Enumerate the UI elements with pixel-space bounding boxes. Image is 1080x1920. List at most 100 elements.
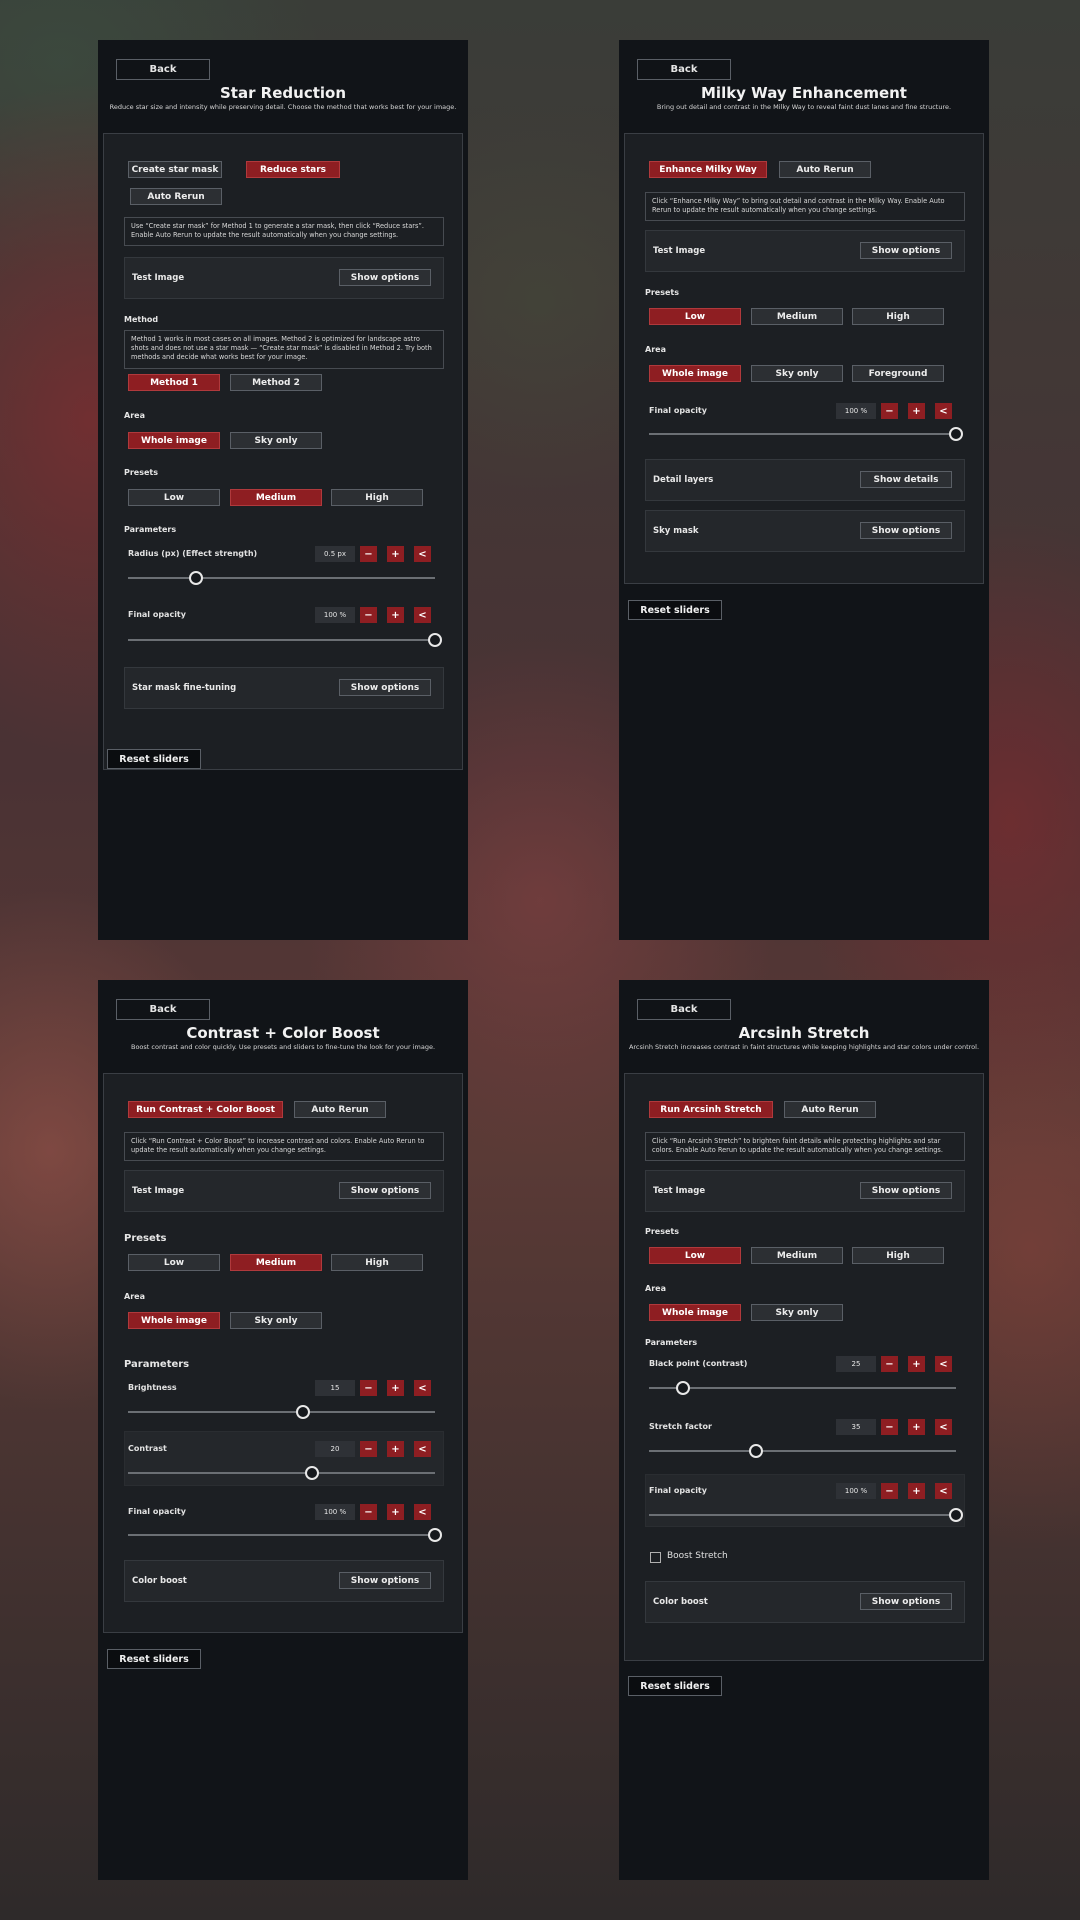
- stretch-factor-value[interactable]: 35: [836, 1419, 876, 1435]
- reset-sliders-button[interactable]: Reset sliders: [107, 749, 201, 769]
- plus-button[interactable]: +: [387, 607, 404, 623]
- minus-button[interactable]: −: [881, 1419, 898, 1435]
- show-options-button[interactable]: Show options: [860, 242, 952, 259]
- minus-button[interactable]: −: [881, 1356, 898, 1372]
- sky-only-button[interactable]: Sky only: [230, 1312, 322, 1329]
- preset-high-button[interactable]: High: [852, 1247, 944, 1264]
- create-star-mask-button[interactable]: Create star mask: [128, 161, 222, 178]
- reduce-stars-button[interactable]: Reduce stars: [246, 161, 340, 178]
- opacity-slider-track[interactable]: [649, 433, 956, 435]
- stretch-factor-slider-knob[interactable]: [749, 1444, 764, 1458]
- show-options-button[interactable]: Show options: [339, 679, 431, 696]
- plus-button[interactable]: +: [908, 1419, 925, 1435]
- black-point-slider-track[interactable]: [649, 1387, 956, 1389]
- preset-medium-button[interactable]: Medium: [751, 1247, 843, 1264]
- minus-button[interactable]: −: [360, 1504, 377, 1520]
- back-button[interactable]: Back: [637, 59, 731, 80]
- enhance-milky-way-button[interactable]: Enhance Milky Way: [649, 161, 767, 178]
- sky-only-button[interactable]: Sky only: [230, 432, 322, 449]
- method-2-button[interactable]: Method 2: [230, 374, 322, 391]
- minus-button[interactable]: −: [360, 1441, 377, 1457]
- reset-value-button[interactable]: <: [935, 1356, 952, 1372]
- opacity-slider-track[interactable]: [128, 639, 435, 641]
- plus-button[interactable]: +: [387, 1441, 404, 1457]
- reset-value-button[interactable]: <: [414, 546, 431, 562]
- boost-stretch-checkbox[interactable]: [650, 1552, 661, 1563]
- preset-medium-button[interactable]: Medium: [230, 1254, 322, 1271]
- preset-high-button[interactable]: High: [331, 489, 423, 506]
- preset-medium-button[interactable]: Medium: [230, 489, 322, 506]
- back-button[interactable]: Back: [637, 999, 731, 1020]
- reset-sliders-button[interactable]: Reset sliders: [628, 1676, 722, 1696]
- auto-rerun-button[interactable]: Auto Rerun: [784, 1101, 876, 1118]
- brightness-slider-knob[interactable]: [295, 1405, 310, 1419]
- preset-low-button[interactable]: Low: [128, 489, 220, 506]
- reset-value-button[interactable]: <: [414, 1504, 431, 1520]
- show-options-button[interactable]: Show options: [860, 1182, 952, 1199]
- reset-value-button[interactable]: <: [414, 1380, 431, 1396]
- opacity-value[interactable]: 100 %: [836, 1483, 876, 1499]
- preset-low-button[interactable]: Low: [649, 1247, 741, 1264]
- run-arcsinh-stretch-button[interactable]: Run Arcsinh Stretch: [649, 1101, 773, 1118]
- show-options-button[interactable]: Show options: [860, 1593, 952, 1610]
- minus-button[interactable]: −: [360, 546, 377, 562]
- show-options-button[interactable]: Show options: [860, 522, 952, 539]
- minus-button[interactable]: −: [360, 607, 377, 623]
- run-contrast-color-boost-button[interactable]: Run Contrast + Color Boost: [128, 1101, 283, 1118]
- auto-rerun-button[interactable]: Auto Rerun: [294, 1101, 386, 1118]
- plus-button[interactable]: +: [908, 1356, 925, 1372]
- reset-value-button[interactable]: <: [935, 1419, 952, 1435]
- back-button[interactable]: Back: [116, 999, 210, 1020]
- method-1-button[interactable]: Method 1: [128, 374, 220, 391]
- reset-value-button[interactable]: <: [414, 607, 431, 623]
- reset-sliders-button[interactable]: Reset sliders: [628, 600, 722, 620]
- show-options-button[interactable]: Show options: [339, 1572, 431, 1589]
- whole-image-button[interactable]: Whole image: [128, 1312, 220, 1329]
- sky-only-button[interactable]: Sky only: [751, 365, 843, 382]
- reset-value-button[interactable]: <: [414, 1441, 431, 1457]
- opacity-slider-track[interactable]: [128, 1534, 435, 1536]
- preset-high-button[interactable]: High: [852, 308, 944, 325]
- reset-value-button[interactable]: <: [935, 1483, 952, 1499]
- back-button[interactable]: Back: [116, 59, 210, 80]
- opacity-slider-knob[interactable]: [949, 427, 963, 441]
- plus-button[interactable]: +: [387, 1504, 404, 1520]
- stretch-factor-slider-track[interactable]: [649, 1450, 956, 1452]
- whole-image-button[interactable]: Whole image: [649, 365, 741, 382]
- plus-button[interactable]: +: [908, 403, 925, 419]
- auto-rerun-button[interactable]: Auto Rerun: [130, 188, 222, 205]
- opacity-value[interactable]: 100 %: [315, 1504, 355, 1520]
- show-options-button[interactable]: Show options: [339, 1182, 431, 1199]
- minus-button[interactable]: −: [360, 1380, 377, 1396]
- preset-medium-button[interactable]: Medium: [751, 308, 843, 325]
- show-details-button[interactable]: Show details: [860, 471, 952, 488]
- black-point-slider-knob[interactable]: [675, 1381, 690, 1395]
- show-options-button[interactable]: Show options: [339, 269, 431, 286]
- plus-button[interactable]: +: [387, 546, 404, 562]
- black-point-value[interactable]: 25: [836, 1356, 876, 1372]
- whole-image-button[interactable]: Whole image: [649, 1304, 741, 1321]
- auto-rerun-button[interactable]: Auto Rerun: [779, 161, 871, 178]
- preset-high-button[interactable]: High: [331, 1254, 423, 1271]
- opacity-slider-knob[interactable]: [428, 633, 442, 647]
- brightness-value[interactable]: 15: [315, 1380, 355, 1396]
- minus-button[interactable]: −: [881, 403, 898, 419]
- sky-only-button[interactable]: Sky only: [751, 1304, 843, 1321]
- contrast-value[interactable]: 20: [315, 1441, 355, 1457]
- opacity-slider-knob[interactable]: [428, 1528, 442, 1542]
- contrast-slider-track[interactable]: [128, 1472, 435, 1474]
- opacity-value[interactable]: 100 %: [836, 403, 876, 419]
- plus-button[interactable]: +: [908, 1483, 925, 1499]
- preset-low-button[interactable]: Low: [649, 308, 741, 325]
- opacity-value[interactable]: 100 %: [315, 607, 355, 623]
- foreground-button[interactable]: Foreground: [852, 365, 944, 382]
- brightness-slider-track[interactable]: [128, 1411, 435, 1413]
- radius-value[interactable]: 0.5 px: [315, 546, 355, 562]
- plus-button[interactable]: +: [387, 1380, 404, 1396]
- reset-value-button[interactable]: <: [935, 403, 952, 419]
- radius-slider-track[interactable]: [128, 577, 435, 579]
- opacity-slider-track[interactable]: [649, 1514, 956, 1516]
- reset-sliders-button[interactable]: Reset sliders: [107, 1649, 201, 1669]
- opacity-slider-knob[interactable]: [949, 1508, 963, 1522]
- radius-slider-knob[interactable]: [188, 571, 203, 585]
